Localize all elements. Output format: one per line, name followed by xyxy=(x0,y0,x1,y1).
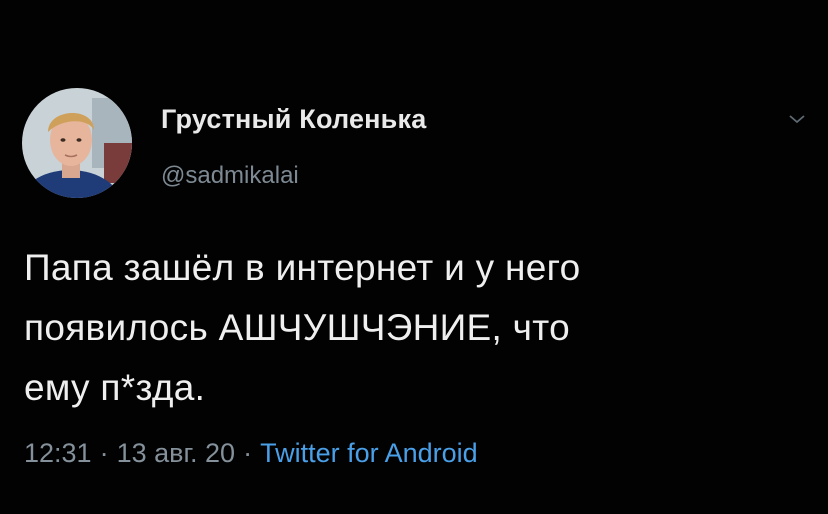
avatar[interactable] xyxy=(22,88,132,198)
chevron-down-icon[interactable] xyxy=(787,112,807,126)
meta-separator: · xyxy=(99,438,109,468)
author-display-name[interactable]: Грустный Коленька xyxy=(161,104,426,135)
tweet-text: Папа зашёл в интернет и у него появилось… xyxy=(24,247,581,408)
meta-separator: · xyxy=(243,438,253,468)
author-handle[interactable]: @sadmikalai xyxy=(161,162,299,190)
tweet-source-link[interactable]: Twitter for Android xyxy=(260,438,478,468)
tweet-date[interactable]: 13 авг. 20 xyxy=(117,438,235,468)
tweet-card: Грустный Коленька @sadmikalai Папа зашёл… xyxy=(0,0,828,514)
tweet-meta: 12:31 · 13 авг. 20 · Twitter for Android xyxy=(24,438,478,469)
tweet-time[interactable]: 12:31 xyxy=(24,438,92,468)
avatar-photo xyxy=(22,88,132,198)
